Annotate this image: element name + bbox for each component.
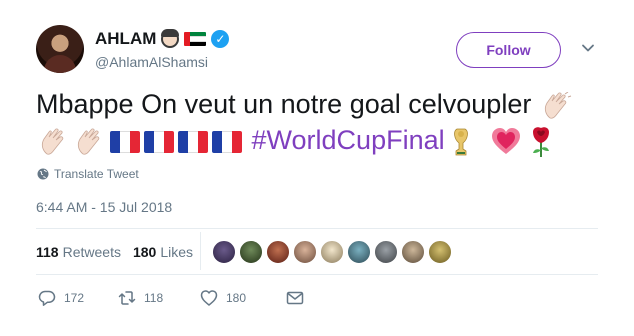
tweet-actions: 172 118 180	[38, 288, 304, 308]
hashtag-link[interactable]: #WorldCupFinal	[252, 125, 445, 155]
liker-avatar[interactable]	[320, 240, 344, 264]
reply-button[interactable]: 172	[38, 289, 118, 307]
reply-icon	[38, 290, 56, 306]
tweet-text: Mbappe On veut un notre goal celvoupler …	[36, 86, 606, 158]
divider	[200, 232, 201, 270]
retweets-count: 118	[36, 244, 59, 260]
liker-avatars	[212, 240, 452, 264]
translate-label: Translate Tweet	[54, 167, 139, 181]
chevron-down-icon[interactable]	[580, 40, 596, 56]
liker-avatar[interactable]	[239, 240, 263, 264]
reply-count: 172	[64, 291, 85, 305]
globe-icon	[37, 168, 49, 180]
user-name-row: AHLAM ✓	[95, 29, 230, 49]
translate-tweet-link[interactable]: Translate Tweet	[37, 167, 139, 181]
retweets-stat[interactable]: 118 Retweets	[36, 244, 121, 260]
tweet-body-text: Mbappe On veut un notre goal celvoupler	[36, 89, 532, 119]
envelope-icon	[286, 291, 304, 305]
clapping-hands-icon	[77, 128, 100, 155]
verified-badge-icon: ✓	[211, 30, 230, 48]
france-flag-icon	[212, 130, 242, 153]
tweet-timestamp[interactable]: 6:44 AM - 15 Jul 2018	[36, 199, 172, 215]
retweet-count: 118	[144, 291, 164, 305]
likes-count: 180	[132, 244, 157, 260]
divider	[36, 228, 598, 229]
liker-avatar[interactable]	[347, 240, 371, 264]
retweet-icon	[118, 291, 136, 305]
retweet-button[interactable]: 118	[118, 289, 200, 307]
tweet-card: AHLAM ✓ @AhlamAlShamsi Follow Mbappe On …	[0, 0, 634, 336]
retweets-label: Retweets	[62, 244, 121, 260]
follow-button[interactable]: Follow	[456, 32, 561, 68]
liker-avatar[interactable]	[401, 240, 425, 264]
divider	[36, 274, 598, 275]
rose-icon	[532, 127, 549, 157]
france-flag-icon	[110, 130, 140, 153]
clapping-hands-icon	[41, 128, 64, 155]
user-handle[interactable]: @AhlamAlShamsi	[95, 54, 208, 70]
display-name[interactable]: AHLAM	[95, 29, 156, 49]
france-flag-icon	[178, 130, 208, 153]
sparkling-heart-icon	[491, 127, 520, 154]
liker-avatar[interactable]	[428, 240, 452, 264]
tweet-stats: 118 Retweets 180 Likes	[36, 240, 205, 264]
direct-message-button[interactable]	[286, 289, 304, 307]
woman-emoji-icon	[161, 29, 180, 48]
france-flag-icon	[144, 130, 174, 153]
avatar[interactable]	[36, 25, 84, 73]
uae-flag-icon	[184, 32, 207, 46]
like-count: 180	[226, 291, 247, 305]
liker-avatar[interactable]	[266, 240, 290, 264]
heart-icon	[200, 290, 218, 306]
like-button[interactable]: 180	[200, 289, 286, 307]
clapping-hands-icon	[544, 91, 572, 119]
liker-avatar[interactable]	[212, 240, 236, 264]
likes-stat[interactable]: 180 Likes	[133, 244, 193, 260]
likes-label: Likes	[160, 244, 193, 260]
liker-avatar[interactable]	[374, 240, 398, 264]
trophy-icon	[453, 128, 468, 156]
liker-avatar[interactable]	[293, 240, 317, 264]
